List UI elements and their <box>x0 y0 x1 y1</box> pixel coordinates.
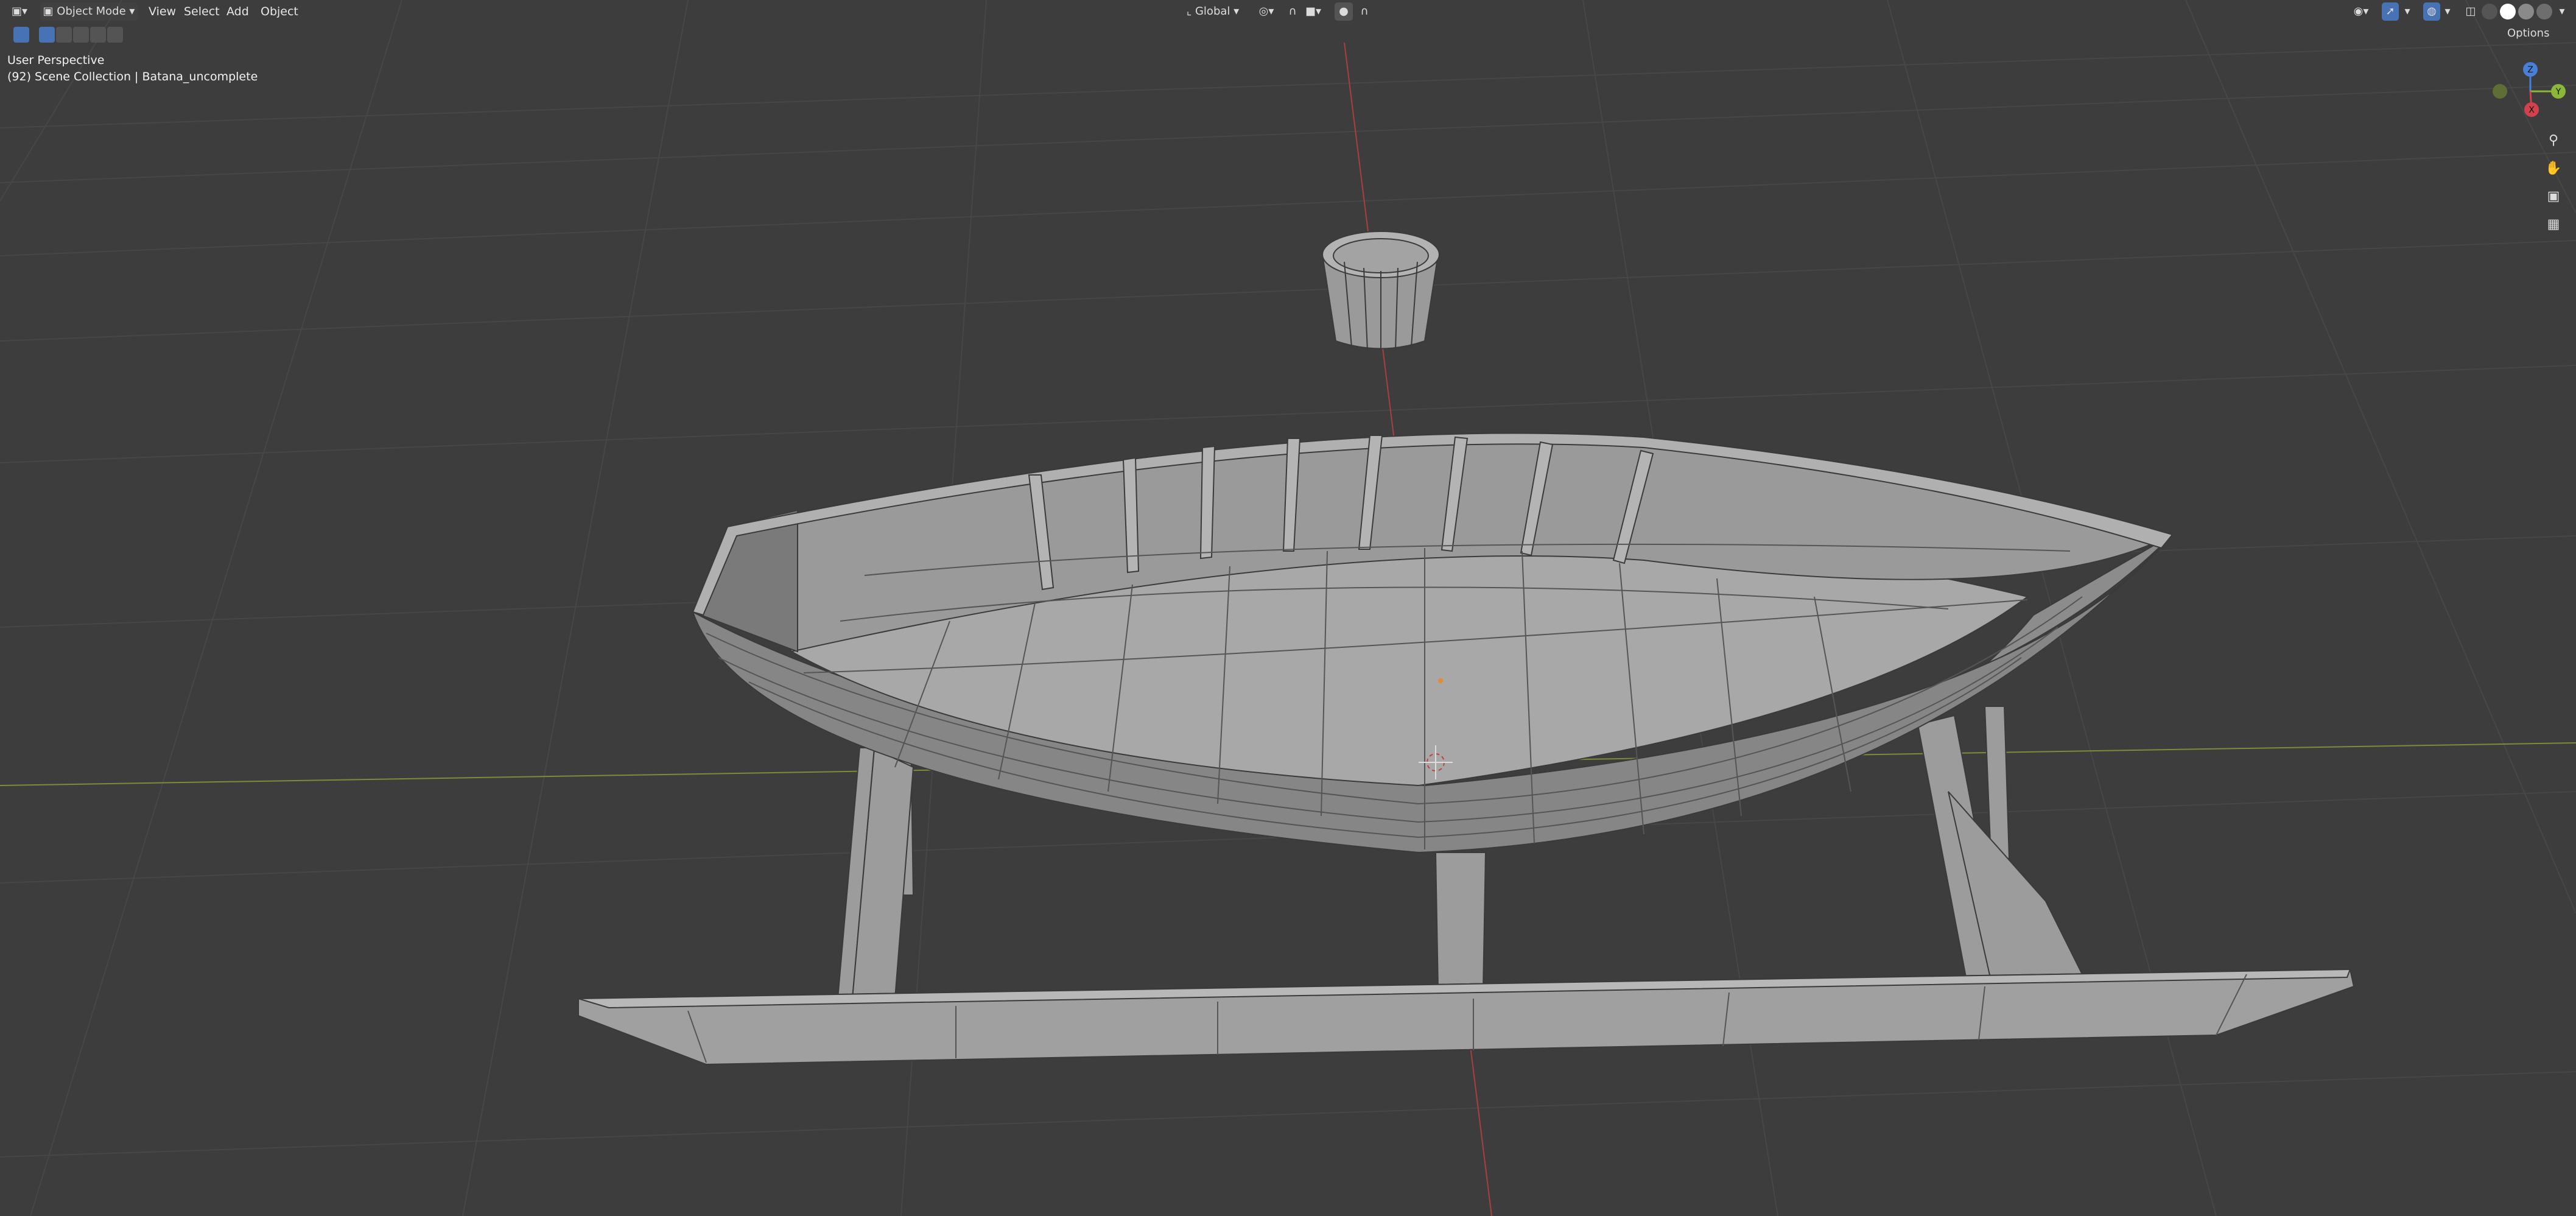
xray-toggle[interactable]: ◫ <box>2462 2 2479 21</box>
grid-ortho-icon: ▦ <box>2547 217 2560 232</box>
mode-dropdown[interactable]: ▣ Object Mode ▾ <box>40 2 138 21</box>
transform-orientation-dropdown[interactable]: ⌞ Global ▾ <box>1176 2 1249 21</box>
scene-collection-label: (92) Scene Collection | Batana_uncomplet… <box>7 70 258 83</box>
select-mode-new[interactable] <box>39 27 55 43</box>
proportional-editing-toggle[interactable]: ● <box>1335 2 1353 21</box>
material-shading-button[interactable] <box>2518 4 2534 19</box>
eye-icon: ◉ <box>2353 5 2364 18</box>
snap-settings-button[interactable]: ■▾ <box>1303 2 1324 21</box>
select-mode-subtract[interactable] <box>73 27 89 43</box>
menu-add[interactable]: Add <box>223 2 253 21</box>
navigation-gizmo[interactable]: Z Y X <box>2472 61 2575 134</box>
editor-type-button[interactable]: ▣▾ <box>6 2 33 21</box>
mode-label: Object Mode <box>57 5 126 18</box>
falloff-button[interactable]: ∩ <box>1355 2 1374 21</box>
bucket-mesh <box>1321 231 1440 352</box>
object-origin <box>1438 678 1443 683</box>
gizmo-y-label: Y <box>2555 87 2561 97</box>
camera-view-icon: ▣ <box>2547 189 2560 204</box>
snap-toggle[interactable]: ∩ <box>1283 2 1302 21</box>
hand-pan-icon: ✋ <box>2545 161 2562 176</box>
snap-magnet-icon: ∩ <box>1288 5 1297 18</box>
gizmo-toggle[interactable]: ➚ <box>2382 2 2399 21</box>
gizmo-dropdown[interactable]: ▾ <box>2401 2 2413 21</box>
gizmo-x-label: X <box>2529 105 2535 115</box>
3d-viewport[interactable]: ▣▾ ▣ Object Mode ▾ View Select Add Objec… <box>0 0 2576 1216</box>
menu-select[interactable]: Select <box>180 2 223 21</box>
falloff-curve-icon: ∩ <box>1360 5 1369 18</box>
pivot-point-button[interactable]: ◎▾ <box>1254 2 1279 21</box>
pan-button[interactable]: ✋ <box>2543 158 2564 179</box>
overlay-toggle[interactable]: ◍ <box>2423 2 2440 21</box>
menu-object[interactable]: Object <box>257 2 302 21</box>
select-mode-extend[interactable] <box>56 27 72 43</box>
viewport-info: User Perspective (92) Scene Collection |… <box>7 52 258 85</box>
shading-dropdown[interactable]: ▾ <box>2556 2 2568 21</box>
gizmo-neg-y-axis <box>2493 84 2507 99</box>
options-button[interactable]: Options <box>2507 27 2549 40</box>
transform-orientation-icon: ⌞ <box>1186 5 1192 18</box>
overlay-icon: ◍ <box>2427 5 2437 18</box>
viewport-scene[interactable] <box>0 0 2576 1216</box>
select-mode-intersect[interactable] <box>107 27 123 43</box>
menu-view[interactable]: View <box>145 2 180 21</box>
gizmo-z-label: Z <box>2527 65 2533 75</box>
gizmo-icon: ➚ <box>2385 5 2395 18</box>
wireframe-shading-button[interactable] <box>2482 4 2497 19</box>
solid-shading-button[interactable] <box>2500 4 2516 19</box>
xray-icon: ◫ <box>2465 5 2476 18</box>
visibility-button[interactable]: ◉▾ <box>2349 2 2373 21</box>
proportional-editing-icon: ● <box>1339 5 1349 18</box>
view-perspective-label: User Perspective <box>7 54 105 67</box>
3d-viewport-icon: ▣ <box>11 5 22 18</box>
rendered-shading-button[interactable] <box>2536 4 2552 19</box>
zoom-icon: ⚲ <box>2548 133 2559 148</box>
orientation-label: Global <box>1195 5 1230 18</box>
snap-target-icon: ■ <box>1305 5 1316 18</box>
zoom-button[interactable]: ⚲ <box>2543 130 2564 151</box>
pivot-point-icon: ◎ <box>1258 5 1269 18</box>
select-box-tool[interactable] <box>13 27 29 43</box>
viewport-header: ▣▾ ▣ Object Mode ▾ View Select Add Objec… <box>0 0 2576 23</box>
camera-view-button[interactable]: ▣ <box>2543 186 2564 207</box>
overlay-dropdown[interactable]: ▾ <box>2441 2 2454 21</box>
select-mode-invert[interactable] <box>90 27 106 43</box>
object-mode-icon: ▣ <box>43 5 54 18</box>
ortho-toggle-button[interactable]: ▦ <box>2543 214 2564 235</box>
